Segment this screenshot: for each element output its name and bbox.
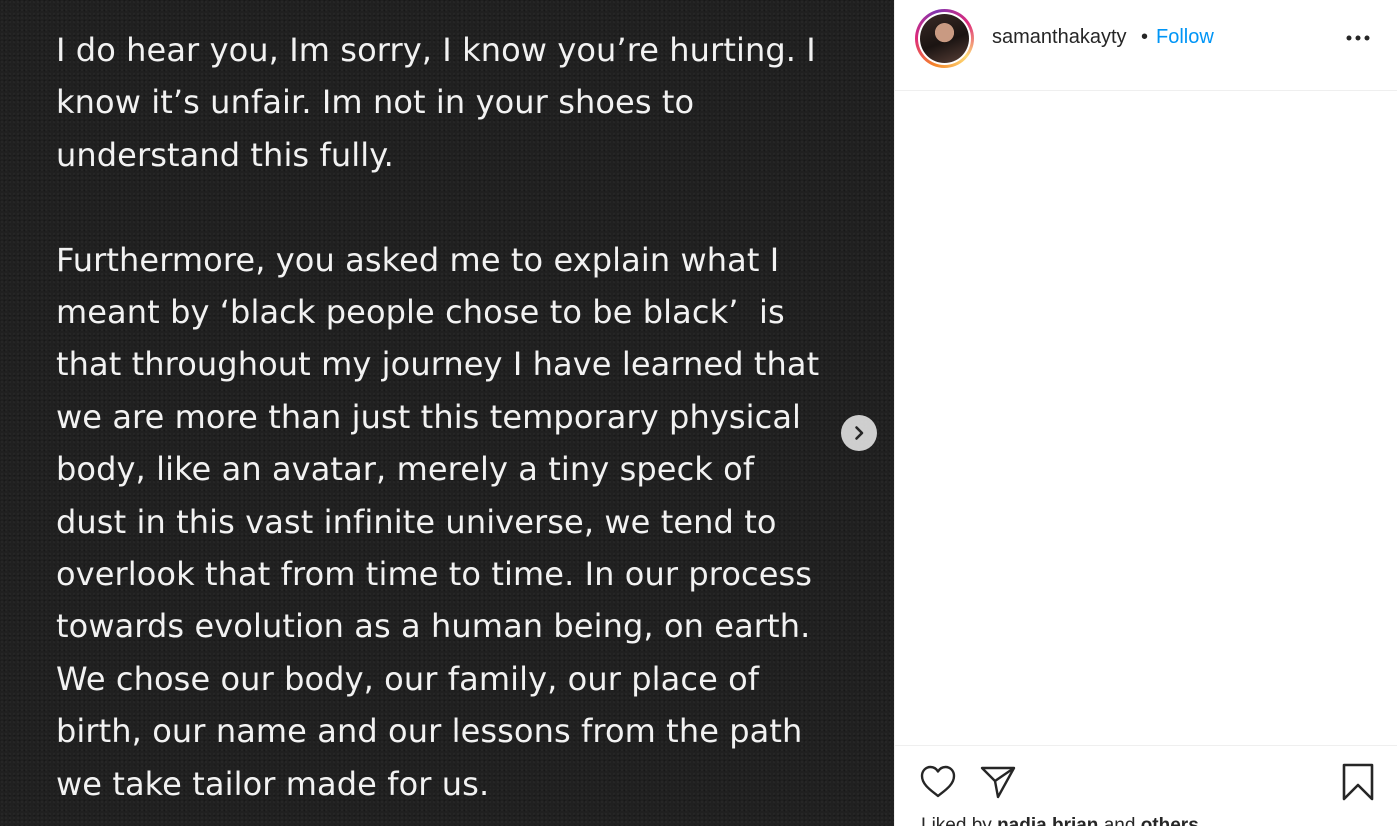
note-line: birth, our name and our lessons from the…	[56, 712, 803, 751]
post-header: samanthakayty • Follow	[895, 0, 1397, 91]
chevron-right-icon	[855, 426, 864, 440]
note-paragraph-gap	[56, 181, 856, 233]
liked-by-conjunction: and	[1103, 815, 1136, 826]
like-button[interactable]	[919, 764, 957, 800]
post-image: I do hear you, Im sorry, I know you’re h…	[0, 0, 894, 826]
note-line: overlook that from time to time. In our …	[56, 555, 813, 594]
post-note-text: I do hear you, Im sorry, I know you’re h…	[56, 24, 856, 810]
more-options-button[interactable]	[1343, 26, 1373, 50]
note-line: body, like an avatar, merely a tiny spec…	[56, 450, 755, 489]
next-slide-button[interactable]	[841, 415, 877, 451]
liked-by-text: Liked by nadia.brian and others	[921, 815, 1199, 826]
heart-icon	[920, 765, 956, 798]
action-bar: Liked by nadia.brian and others	[895, 745, 1397, 826]
note-line: dust in this vast infinite universe, we …	[56, 502, 777, 541]
liked-by-prefix: Liked by	[921, 815, 992, 826]
avatar	[920, 14, 969, 63]
comments-area	[895, 92, 1397, 745]
post-side-panel: samanthakayty • Follow Liked by nadia.br…	[894, 0, 1397, 826]
note-line: we are more than just this temporary phy…	[56, 397, 802, 436]
note-line: meant by ‘black people chose to be black…	[56, 293, 785, 332]
liked-by-others-link[interactable]: others	[1141, 815, 1199, 826]
note-line: we take tailor made for us.	[56, 764, 490, 803]
note-line: We chose our body, our family, our place…	[56, 659, 760, 698]
username-link[interactable]: samanthakayty	[992, 26, 1127, 49]
follow-button[interactable]: Follow	[1156, 26, 1214, 49]
note-line: that throughout my journey I have learne…	[56, 345, 820, 384]
bookmark-icon	[1342, 763, 1374, 801]
share-button[interactable]	[979, 764, 1017, 800]
story-ring[interactable]	[915, 9, 974, 68]
note-line: I do hear you, Im sorry, I know you’re h…	[56, 31, 816, 69]
more-options-icon	[1346, 35, 1370, 41]
note-line: know it’s unfair. Im not in your shoes t…	[56, 83, 695, 122]
note-line: Furthermore, you asked me to explain wha…	[56, 240, 780, 279]
liked-by-user-link[interactable]: nadia.brian	[997, 815, 1098, 826]
avatar-frame	[918, 12, 971, 65]
note-line: towards evolution as a human being, on e…	[56, 607, 811, 646]
note-line: understand this fully.	[56, 135, 394, 174]
save-button[interactable]	[1341, 762, 1375, 802]
paper-plane-icon	[980, 766, 1016, 799]
header-separator: •	[1141, 26, 1149, 48]
